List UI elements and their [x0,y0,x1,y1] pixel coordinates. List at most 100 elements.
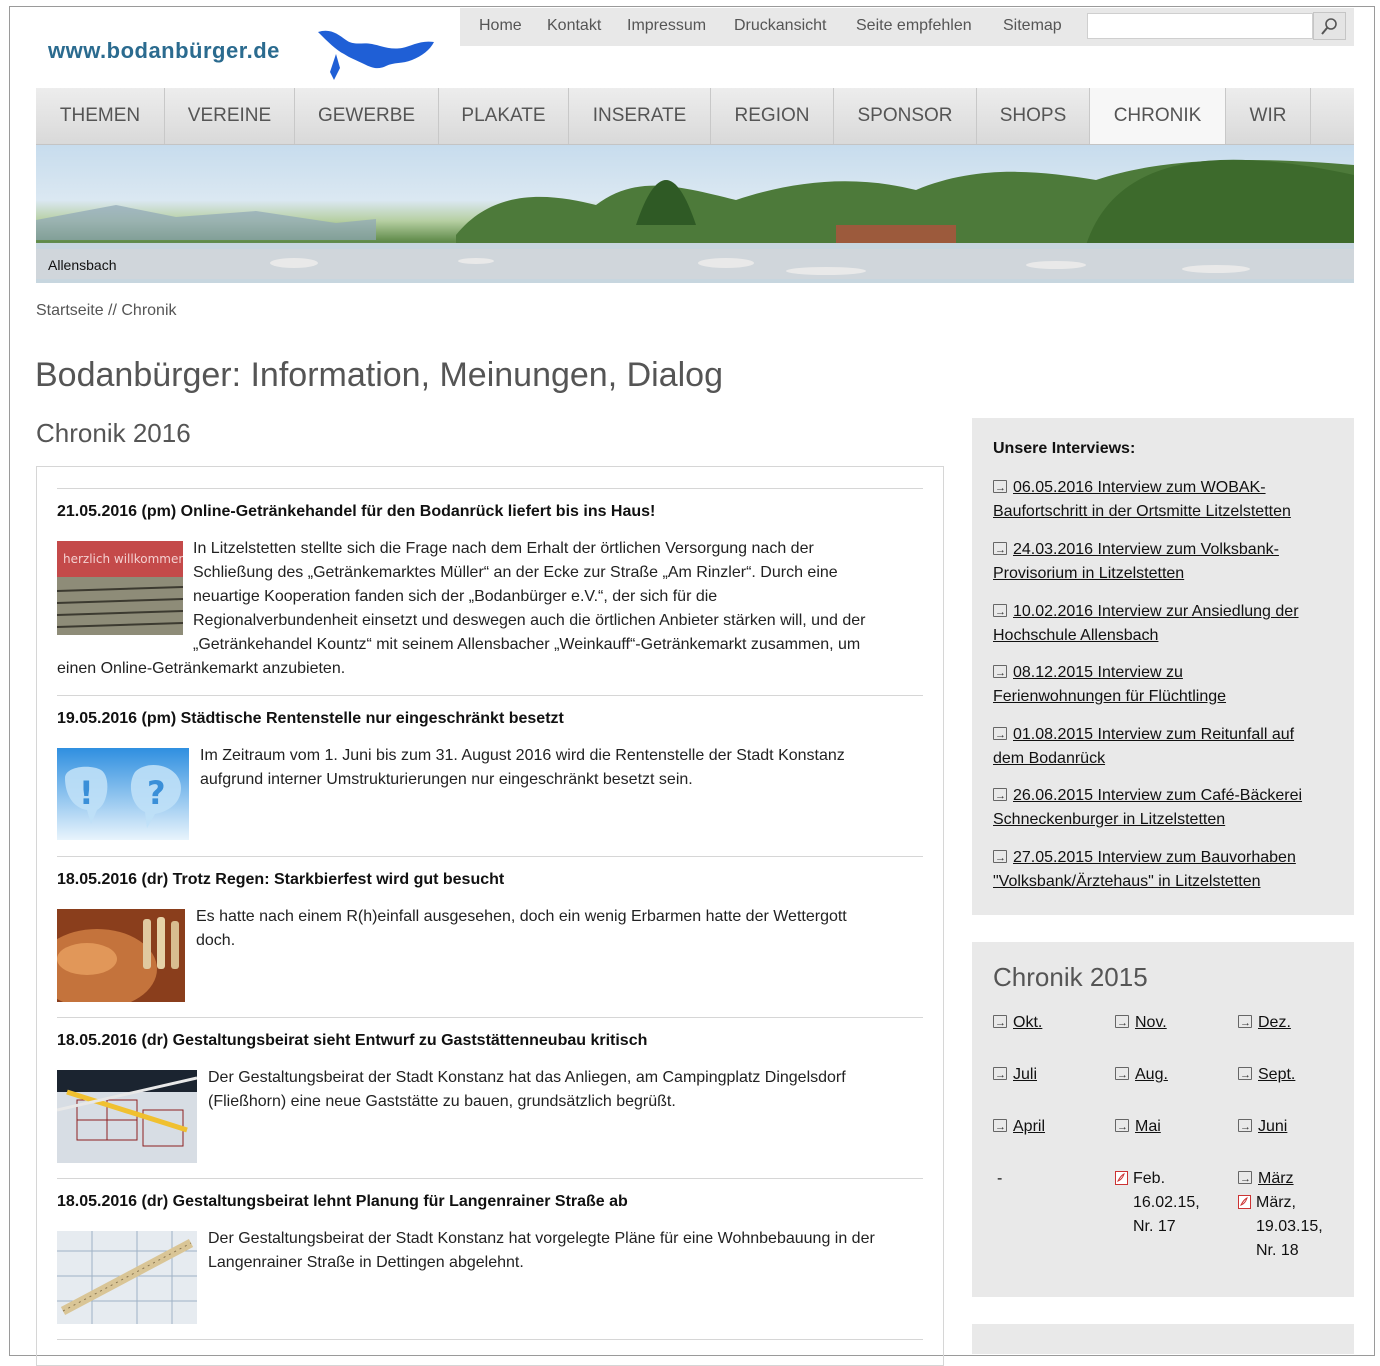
teaser-line: In Litzelstetten stellte sich die Frage … [193,540,814,557]
nav-plakate[interactable]: PLAKATE [439,88,569,144]
news-thumbnail-image[interactable]: ! ? [57,748,189,840]
month-link-juli[interactable]: Juli [993,1063,1037,1087]
nav-chronik[interactable]: CHRONIK [1090,88,1226,144]
news-headline[interactable]: 18.05.2016 (dr) Gestaltungsbeirat lehnt … [57,1193,628,1211]
external-link-icon [993,476,1007,500]
topnav-impressum[interactable]: Impressum [627,17,706,35]
news-thumbnail-image[interactable] [57,1070,197,1163]
header-banner-image: Allensbach [36,145,1354,283]
month-link-sept[interactable]: Sept. [1238,1063,1295,1087]
lake-logo-icon [318,30,434,80]
interview-link[interactable]: 27.05.2015 Interview zum Bauvorhaben "Vol… [993,846,1338,894]
main-nav: THEMEN VEREINE GEWERBE PLAKATE INSERATE … [36,88,1354,145]
link-text: 16.02.15, [1133,1194,1200,1211]
external-link-icon [1115,1063,1129,1087]
nav-themen[interactable]: THEMEN [36,88,165,144]
month-link-okt[interactable]: Okt. [993,1011,1042,1035]
interview-link[interactable]: 26.06.2015 Interview zum Café-Bäckerei Sc… [993,784,1338,832]
news-teaser: Der Gestaltungsbeirat der Stadt Konstanz… [208,1227,928,1275]
news-headline[interactable]: 19.05.2016 (pm) Städtische Rentenstelle … [57,710,564,728]
teaser-line: neuartige Kooperation fanden sich der „B… [193,588,718,605]
month-link-mai[interactable]: Mai [1115,1115,1161,1139]
news-teaser: Der Gestaltungsbeirat der Stadt Konstanz… [208,1066,928,1114]
site-logo[interactable]: www.bodanbürger.de [48,38,280,64]
search-icon [1321,18,1337,35]
nav-gewerbe[interactable]: GEWERBE [295,88,439,144]
interview-link[interactable]: 24.03.2016 Interview zum Volksbank- Provi… [993,538,1338,586]
month-link-nov[interactable]: Nov. [1115,1011,1167,1035]
topnav-druckansicht[interactable]: Druckansicht [734,17,826,35]
chronik-2015-box: Chronik 2015 Okt. Nov. Dez. Juli Aug. Se… [972,942,1354,1297]
month-link-april[interactable]: April [993,1115,1045,1139]
teaser-line: einen Online-Getränkemarkt anzubieten. [57,660,346,677]
interview-link[interactable]: 08.12.2015 Interview zu Ferienwohnungen f… [993,661,1338,709]
month-link-aug[interactable]: Aug. [1115,1063,1168,1087]
interview-link[interactable]: 06.05.2016 Interview zum WOBAK- Baufortsc… [993,476,1338,524]
link-text: 10.02.2016 Interview zur Ansiedlung der [1013,603,1299,620]
news-teaser: Im Zeitraum vom 1. Juni bis zum 31. Augu… [200,744,920,792]
interview-link[interactable]: 10.02.2016 Interview zur Ansiedlung der H… [993,600,1338,648]
nav-wir[interactable]: WIR [1226,88,1311,144]
topnav-sitemap[interactable]: Sitemap [1003,17,1062,35]
external-link-icon [1238,1011,1252,1035]
link-text: Nov. [1135,1014,1167,1031]
month-link-dez[interactable]: Dez. [1238,1011,1291,1035]
topnav-home[interactable]: Home [479,17,522,35]
search-input[interactable] [1087,13,1313,39]
external-link-icon [993,600,1007,624]
teaser-line: Im Zeitraum vom 1. Juni bis zum 31. Augu… [200,747,845,764]
news-item: 18.05.2016 (dr) Gestaltungsbeirat lehnt … [57,1178,923,1340]
external-link-icon [993,1063,1007,1087]
month-link-maerz[interactable]: März [1238,1167,1294,1191]
news-headline[interactable]: 21.05.2016 (pm) Online-Getränkehandel fü… [57,503,655,521]
news-headline[interactable]: 18.05.2016 (dr) Trotz Regen: Starkbierfe… [57,871,504,889]
external-link-icon [993,784,1007,808]
link-text: Ferienwohnungen für Flüchtlinge [993,688,1227,705]
breadcrumb[interactable]: Startseite // Chronik [36,302,177,320]
nav-shops[interactable]: SHOPS [977,88,1090,144]
external-link-icon [993,723,1007,747]
external-link-icon [1238,1115,1252,1139]
news-teaser: In Litzelstetten stellte sich die Frage … [193,537,933,657]
pdf-icon [1115,1171,1128,1185]
news-item: 21.05.2016 (pm) Online-Getränkehandel fü… [57,488,923,695]
banner-caption-bar: Allensbach [36,249,1354,279]
link-text: Okt. [1013,1014,1043,1031]
topnav-seite-empfehlen[interactable]: Seite empfehlen [856,17,972,35]
news-teaser: Es hatte nach einem R(h)einfall ausgeseh… [196,905,916,953]
news-thumbnail-image[interactable] [57,1231,197,1324]
nav-region[interactable]: REGION [711,88,834,144]
nav-sponsor[interactable]: SPONSOR [834,88,977,144]
link-text: Dez. [1258,1014,1291,1031]
external-link-icon [993,1011,1007,1035]
external-link-icon [1238,1167,1252,1191]
search-button[interactable] [1313,12,1346,40]
sidebar-box-next [972,1324,1354,1354]
month-link-juni[interactable]: Juni [1238,1115,1287,1139]
pdf-link-maerz[interactable]: März, 19.03.15, Nr. 18 [1238,1191,1323,1263]
link-text: 27.05.2015 Interview zum Bauvorhaben [1013,849,1296,866]
teaser-line: aufgrund interner Umstrukturierungen nur… [200,771,693,788]
external-link-icon [993,661,1007,685]
nav-vereine[interactable]: VEREINE [165,88,295,144]
external-link-icon [993,846,1007,870]
link-text: "Volksbank/Ärztehaus" in Litzelstetten [993,873,1261,890]
external-link-icon [1115,1115,1129,1139]
news-thumbnail-image[interactable] [57,909,185,1002]
section-title: Chronik 2016 [36,418,191,448]
link-text: April [1013,1118,1046,1135]
pdf-link-feb[interactable]: Feb. 16.02.15, Nr. 17 [1115,1167,1200,1239]
news-list: 21.05.2016 (pm) Online-Getränkehandel fü… [36,466,944,1366]
link-text: Mai [1135,1118,1161,1135]
teaser-line: Regionalverbundenheit einsetzt und deswe… [193,612,866,629]
interview-link[interactable]: 01.08.2015 Interview zum Reitunfall auf d… [993,723,1338,771]
news-headline[interactable]: 18.05.2016 (dr) Gestaltungsbeirat sieht … [57,1032,647,1050]
interviews-box: Unsere Interviews: 06.05.2016 Interview … [972,418,1354,915]
link-text: dem Bodanrück [993,750,1106,767]
nav-inserate[interactable]: INSERATE [569,88,711,144]
link-text: Nr. 18 [1256,1242,1299,1259]
link-text: März [1258,1170,1294,1187]
news-thumbnail-image[interactable]: herzlich willkommen! [57,541,183,635]
topnav-kontakt[interactable]: Kontakt [547,17,601,35]
news-item: 18.05.2016 (dr) Trotz Regen: Starkbierfe… [57,856,923,1017]
